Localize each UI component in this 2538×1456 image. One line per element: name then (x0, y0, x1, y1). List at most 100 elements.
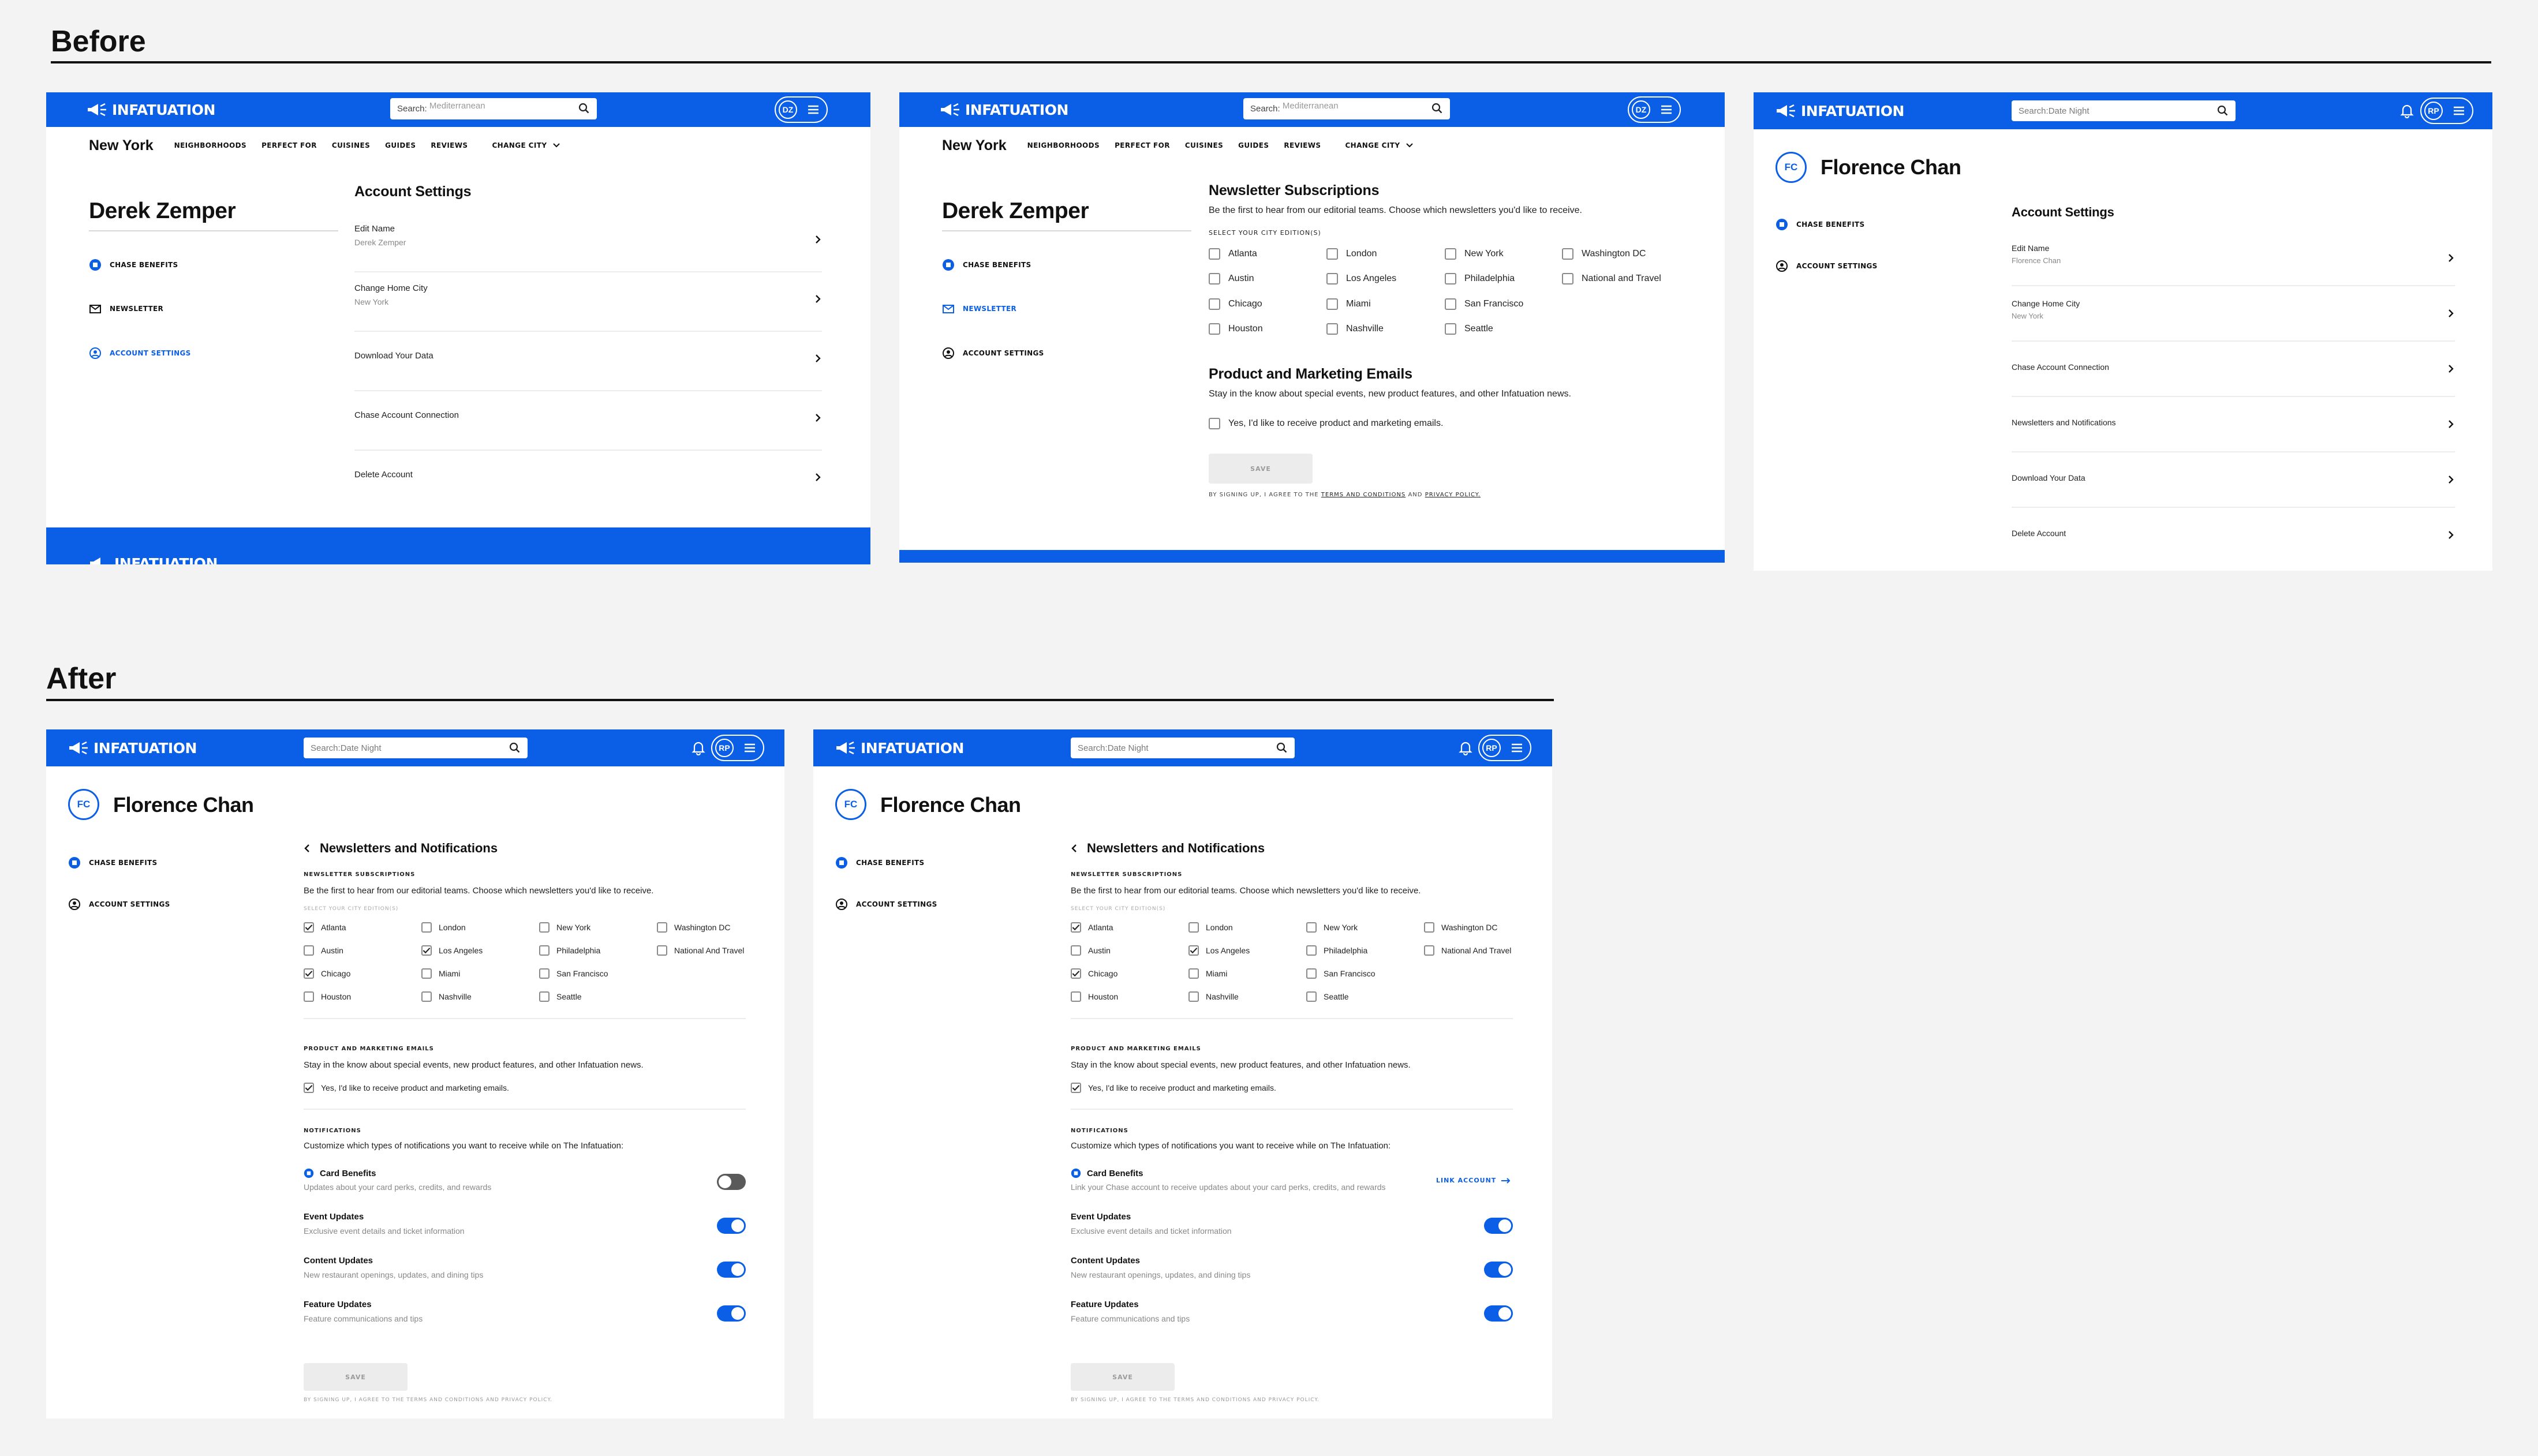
account-menu[interactable]: RP (2420, 98, 2473, 124)
notification-toggle[interactable] (717, 1174, 746, 1190)
account-menu[interactable]: RP (711, 735, 764, 761)
settings-row[interactable]: Chase Account Connection (2012, 342, 2455, 397)
city-checkbox[interactable]: Seattle (1445, 323, 1493, 335)
settings-row[interactable]: Newsletters and Notifications (2012, 397, 2455, 452)
link-account-button[interactable]: LINK ACCOUNT (1436, 1177, 1511, 1184)
search-input[interactable]: Search:Date Night (1071, 738, 1295, 758)
city-checkbox[interactable]: Washington DC (1562, 248, 1646, 260)
city-checkbox[interactable]: New York (539, 922, 590, 933)
nav-neighborhoods[interactable]: NEIGHBORHOODS (174, 141, 246, 149)
nav-guides[interactable]: GUIDES (385, 141, 416, 149)
settings-row-delete-account[interactable]: Delete Account (354, 451, 822, 510)
city-checkbox[interactable]: Washington DC (657, 922, 731, 933)
settings-row-chase-connection[interactable]: Chase Account Connection (354, 392, 822, 451)
notification-toggle[interactable] (1484, 1218, 1513, 1234)
notification-toggle[interactable] (717, 1218, 746, 1234)
city-checkbox[interactable]: San Francisco (1445, 298, 1523, 310)
sidebar-item-account-settings[interactable]: ACCOUNT SETTINGS (942, 347, 1044, 360)
sidebar-item-account-settings[interactable]: ACCOUNT SETTINGS (1776, 260, 1878, 272)
city-checkbox[interactable]: Chicago (1209, 298, 1262, 310)
city-checkbox[interactable]: London (1326, 248, 1377, 260)
logo[interactable]: INFATUATION (87, 100, 215, 119)
back-link[interactable]: Newsletters and Notifications (304, 841, 498, 856)
city-checkbox[interactable]: National and Travel (1562, 273, 1661, 285)
city-checkbox[interactable]: Los Angeles (421, 945, 483, 956)
save-button[interactable]: SAVE (1209, 454, 1313, 484)
account-menu[interactable]: DZ (1628, 96, 1681, 123)
city-checkbox[interactable]: Atlanta (1209, 248, 1257, 260)
save-button[interactable]: SAVE (304, 1363, 408, 1391)
settings-row-change-home-city[interactable]: Change Home City New York (354, 273, 822, 332)
nav-cuisines[interactable]: CUISINES (1185, 141, 1223, 149)
sidebar-item-chase-benefits[interactable]: CHASE BENEFITS (1776, 218, 1864, 231)
search-input[interactable]: Search: Mediterranean (390, 98, 597, 119)
sidebar-item-newsletter[interactable]: NEWSLETTER (89, 302, 163, 315)
privacy-link[interactable]: PRIVACY POLICY. (1425, 492, 1481, 498)
city-checkbox[interactable]: National And Travel (1424, 945, 1511, 956)
nav-neighborhoods[interactable]: NEIGHBORHOODS (1027, 141, 1100, 149)
city-checkbox[interactable]: Seattle (1306, 991, 1349, 1002)
city-checkbox[interactable]: Houston (304, 991, 351, 1002)
sidebar-item-chase-benefits[interactable]: CHASE BENEFITS (835, 856, 924, 869)
nav-reviews[interactable]: REVIEWS (431, 141, 468, 149)
city-checkbox[interactable]: Nashville (1326, 323, 1384, 335)
settings-row[interactable]: Change Home City New York (2012, 286, 2455, 342)
city-checkbox[interactable]: London (421, 922, 466, 933)
city-checkbox[interactable]: Austin (1209, 273, 1254, 285)
marketing-checkbox[interactable]: Yes, I'd like to receive product and mar… (1209, 418, 1443, 429)
sidebar-item-newsletter[interactable]: NEWSLETTER (942, 302, 1016, 315)
city-checkbox[interactable]: Houston (1209, 323, 1263, 335)
city-checkbox[interactable]: San Francisco (539, 968, 608, 979)
city-checkbox[interactable]: National And Travel (657, 945, 744, 956)
city-checkbox[interactable]: Chicago (1071, 968, 1117, 979)
city-checkbox[interactable]: Austin (1071, 945, 1111, 956)
account-menu[interactable]: DZ (775, 96, 828, 123)
city-checkbox[interactable]: Houston (1071, 991, 1118, 1002)
change-city-dropdown[interactable]: CHANGE CITY (1345, 141, 1414, 149)
bell-icon[interactable] (691, 740, 705, 755)
notification-toggle[interactable] (1484, 1305, 1513, 1322)
city-checkbox[interactable]: Nashville (421, 991, 472, 1002)
city-checkbox[interactable]: Miami (1188, 968, 1227, 979)
nav-perfect-for[interactable]: PERFECT FOR (1115, 141, 1170, 149)
notification-toggle[interactable] (717, 1305, 746, 1322)
city-checkbox[interactable]: Miami (421, 968, 460, 979)
sidebar-item-chase-benefits[interactable]: CHASE BENEFITS (942, 259, 1031, 271)
search-input[interactable]: Search:Date Night (2012, 100, 2236, 121)
terms-link[interactable]: TERMS AND CONDITIONS (1321, 492, 1406, 498)
sidebar-item-chase-benefits[interactable]: CHASE BENEFITS (68, 856, 157, 869)
save-button[interactable]: SAVE (1071, 1363, 1175, 1391)
settings-row[interactable]: Edit Name Florence Chan (2012, 231, 2455, 286)
city-checkbox[interactable]: Nashville (1188, 991, 1239, 1002)
city-checkbox[interactable]: Los Angeles (1188, 945, 1250, 956)
marketing-checkbox[interactable]: Yes, I'd like to receive product and mar… (304, 1083, 509, 1093)
city-checkbox[interactable]: Philadelphia (539, 945, 600, 956)
city-checkbox[interactable]: Miami (1326, 298, 1371, 310)
marketing-checkbox[interactable]: Yes, I'd like to receive product and mar… (1071, 1083, 1276, 1093)
logo[interactable]: INFATUATION (1776, 102, 1904, 120)
city-checkbox[interactable]: Chicago (304, 968, 350, 979)
nav-cuisines[interactable]: CUISINES (332, 141, 370, 149)
bell-icon[interactable] (2400, 103, 2414, 118)
logo[interactable]: INFATUATION (68, 739, 197, 757)
back-link[interactable]: Newsletters and Notifications (1071, 841, 1265, 856)
notification-toggle[interactable] (1484, 1262, 1513, 1278)
change-city-dropdown[interactable]: CHANGE CITY (492, 141, 560, 149)
nav-reviews[interactable]: REVIEWS (1284, 141, 1321, 149)
sidebar-item-chase-benefits[interactable]: CHASE BENEFITS (89, 259, 178, 271)
sidebar-item-account-settings[interactable]: ACCOUNT SETTINGS (835, 898, 937, 911)
settings-row[interactable]: Delete Account (2012, 508, 2455, 563)
logo[interactable]: INFATUATION (835, 739, 964, 757)
city-checkbox[interactable]: Washington DC (1424, 922, 1498, 933)
city-checkbox[interactable]: San Francisco (1306, 968, 1375, 979)
city-checkbox[interactable]: New York (1445, 248, 1504, 260)
nav-perfect-for[interactable]: PERFECT FOR (261, 141, 317, 149)
account-menu[interactable]: RP (1478, 735, 1531, 761)
sidebar-item-account-settings[interactable]: ACCOUNT SETTINGS (68, 898, 170, 911)
settings-row[interactable]: Download Your Data (2012, 452, 2455, 508)
search-input[interactable]: Search: Mediterranean (1243, 98, 1450, 119)
notification-toggle[interactable] (717, 1262, 746, 1278)
city-checkbox[interactable]: Los Angeles (1326, 273, 1396, 285)
settings-row-edit-name[interactable]: Edit Name Derek Zemper (354, 214, 822, 272)
city-checkbox[interactable]: Austin (304, 945, 343, 956)
